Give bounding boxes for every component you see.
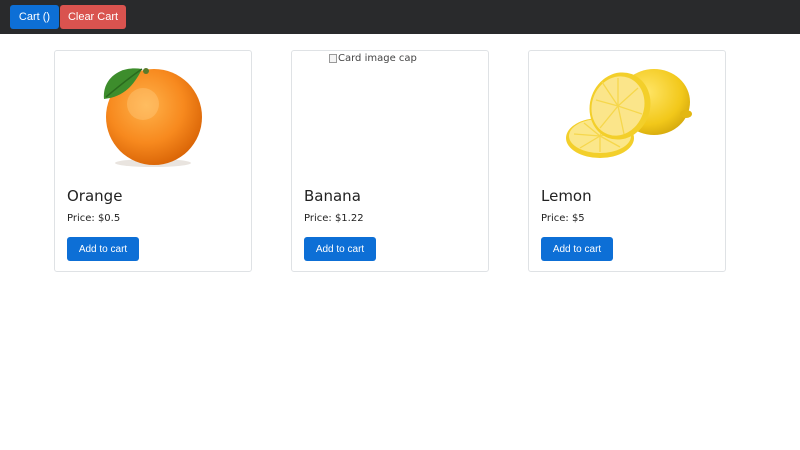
product-name: Lemon — [541, 187, 592, 205]
cart-button[interactable]: Cart () — [10, 5, 59, 29]
orange-image — [55, 51, 251, 177]
product-price: Price: $0.5 — [67, 213, 121, 224]
add-to-cart-button[interactable]: Add to cart — [541, 237, 613, 261]
product-card-orange: Orange Price: $0.5 Add to cart — [54, 50, 252, 272]
banana-image: Card image cap — [292, 51, 488, 177]
add-to-cart-button[interactable]: Add to cart — [67, 237, 139, 261]
clear-cart-button[interactable]: Clear Cart — [60, 5, 126, 29]
lemon-image — [529, 51, 725, 177]
add-to-cart-button[interactable]: Add to cart — [304, 237, 376, 261]
product-grid: Orange Price: $0.5 Add to cart Card imag… — [0, 34, 800, 450]
product-price: Price: $5 — [541, 213, 585, 224]
top-navbar: Cart () Clear Cart — [0, 0, 800, 34]
image-alt-text: Card image cap — [338, 53, 417, 64]
broken-image-icon — [329, 54, 337, 63]
product-name: Banana — [304, 187, 361, 205]
product-name: Orange — [67, 187, 123, 205]
product-card-lemon: Lemon Price: $5 Add to cart — [528, 50, 726, 272]
broken-image-placeholder: Card image cap — [329, 53, 417, 64]
product-card-banana: Card image cap Banana Price: $1.22 Add t… — [291, 50, 489, 272]
product-price: Price: $1.22 — [304, 213, 364, 224]
